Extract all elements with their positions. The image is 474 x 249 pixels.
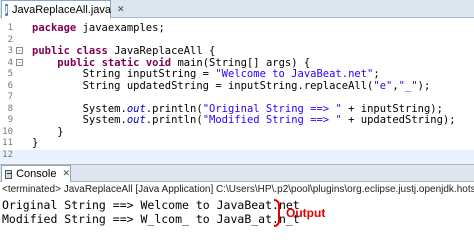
code-token: void — [145, 56, 172, 69]
code-line: 1 package javaexamples; — [0, 22, 474, 35]
line-number: 7 — [7, 92, 13, 102]
line-number: 2 — [7, 34, 13, 45]
code-token: String inputString = — [32, 68, 216, 80]
editor-tab-javareplaceall[interactable]: J JavaReplaceAll.java ✕ — [1, 0, 125, 18]
code-text: } — [32, 137, 39, 150]
line-number: 1 — [7, 23, 13, 33]
code-token: out — [126, 114, 146, 126]
code-token: ); — [417, 79, 431, 92]
code-editor[interactable]: 1 package javaexamples; 2 3- public class Ja… — [0, 19, 474, 161]
line-number: 10 — [2, 126, 13, 137]
fold-toggle-icon[interactable]: - — [16, 58, 23, 66]
console-output-line: Modified String ==> W_lcom_ to JavaB_at.… — [2, 212, 300, 226]
code-token: "Welcome to JavaBeat.net" — [215, 68, 374, 80]
output-annotation-bracket — [274, 199, 280, 227]
code-token: } — [32, 125, 64, 138]
code-token: .println( — [145, 114, 203, 126]
code-token: String updatedString = inputString.repla… — [32, 79, 374, 92]
code-token: "Modified String ==> " — [202, 114, 342, 126]
code-line: 10 } — [0, 125, 474, 139]
code-line: 6 String updatedString = inputString.rep… — [0, 79, 474, 93]
code-token: System. — [32, 114, 127, 126]
line-number: 9 — [7, 115, 13, 125]
editor-tab-label: JavaReplaceAll.java — [11, 3, 112, 16]
code-token: "e" — [373, 79, 393, 92]
close-icon[interactable]: ✕ — [117, 5, 125, 15]
code-token: "_" — [398, 79, 418, 92]
code-token: JavaReplaceAll { — [107, 45, 216, 57]
code-token: class — [76, 45, 108, 57]
line-number: 4 — [7, 57, 13, 68]
code-token: "Original String ==> " — [202, 102, 342, 115]
output-annotation-label: Output — [286, 206, 326, 220]
line-number: 6 — [7, 80, 13, 91]
console-tab-label: Console — [16, 168, 57, 180]
java-file-icon: J — [5, 3, 8, 16]
code-line: 9 System.out.println("Modified String ==… — [0, 114, 474, 127]
console-icon — [5, 169, 13, 179]
code-token: public — [32, 45, 70, 57]
fold-toggle-icon[interactable]: - — [16, 47, 23, 55]
line-number: 5 — [7, 69, 13, 79]
line-number: 8 — [7, 103, 13, 114]
console-tab-bar: Console ✕ — [0, 164, 474, 182]
code-token: + inputString); — [341, 102, 443, 115]
code-token: package — [32, 22, 77, 34]
code-text: System.out.println("Modified String ==> … — [32, 114, 456, 127]
code-token: main(String[] args) { — [171, 56, 311, 69]
code-token: javaexamples; — [76, 22, 165, 34]
code-token: System. — [32, 102, 127, 115]
code-token: .println( — [145, 102, 203, 115]
code-token: } — [32, 137, 39, 149]
editor-tab-bar: J JavaReplaceAll.java ✕ — [0, 0, 474, 18]
code-token: static — [101, 56, 140, 69]
console-output-line: Original String ==> Welcome to JavaBeat.… — [2, 198, 300, 212]
line-number: 3 — [7, 46, 13, 56]
close-icon[interactable]: ✕ — [62, 169, 70, 179]
console-tab[interactable]: Console ✕ — [1, 165, 71, 182]
code-token: ; — [373, 68, 380, 80]
code-token: + updatedString); — [341, 114, 456, 126]
code-line: 11} — [0, 137, 474, 150]
code-text: package javaexamples; — [32, 22, 165, 35]
line-number: 11 — [2, 138, 13, 148]
code-token: public — [57, 56, 96, 69]
code-token: out — [126, 102, 146, 115]
console-status-line: <terminated> JavaReplaceAll [Java Applic… — [2, 184, 474, 195]
code-text: String updatedString = inputString.repla… — [32, 79, 431, 93]
